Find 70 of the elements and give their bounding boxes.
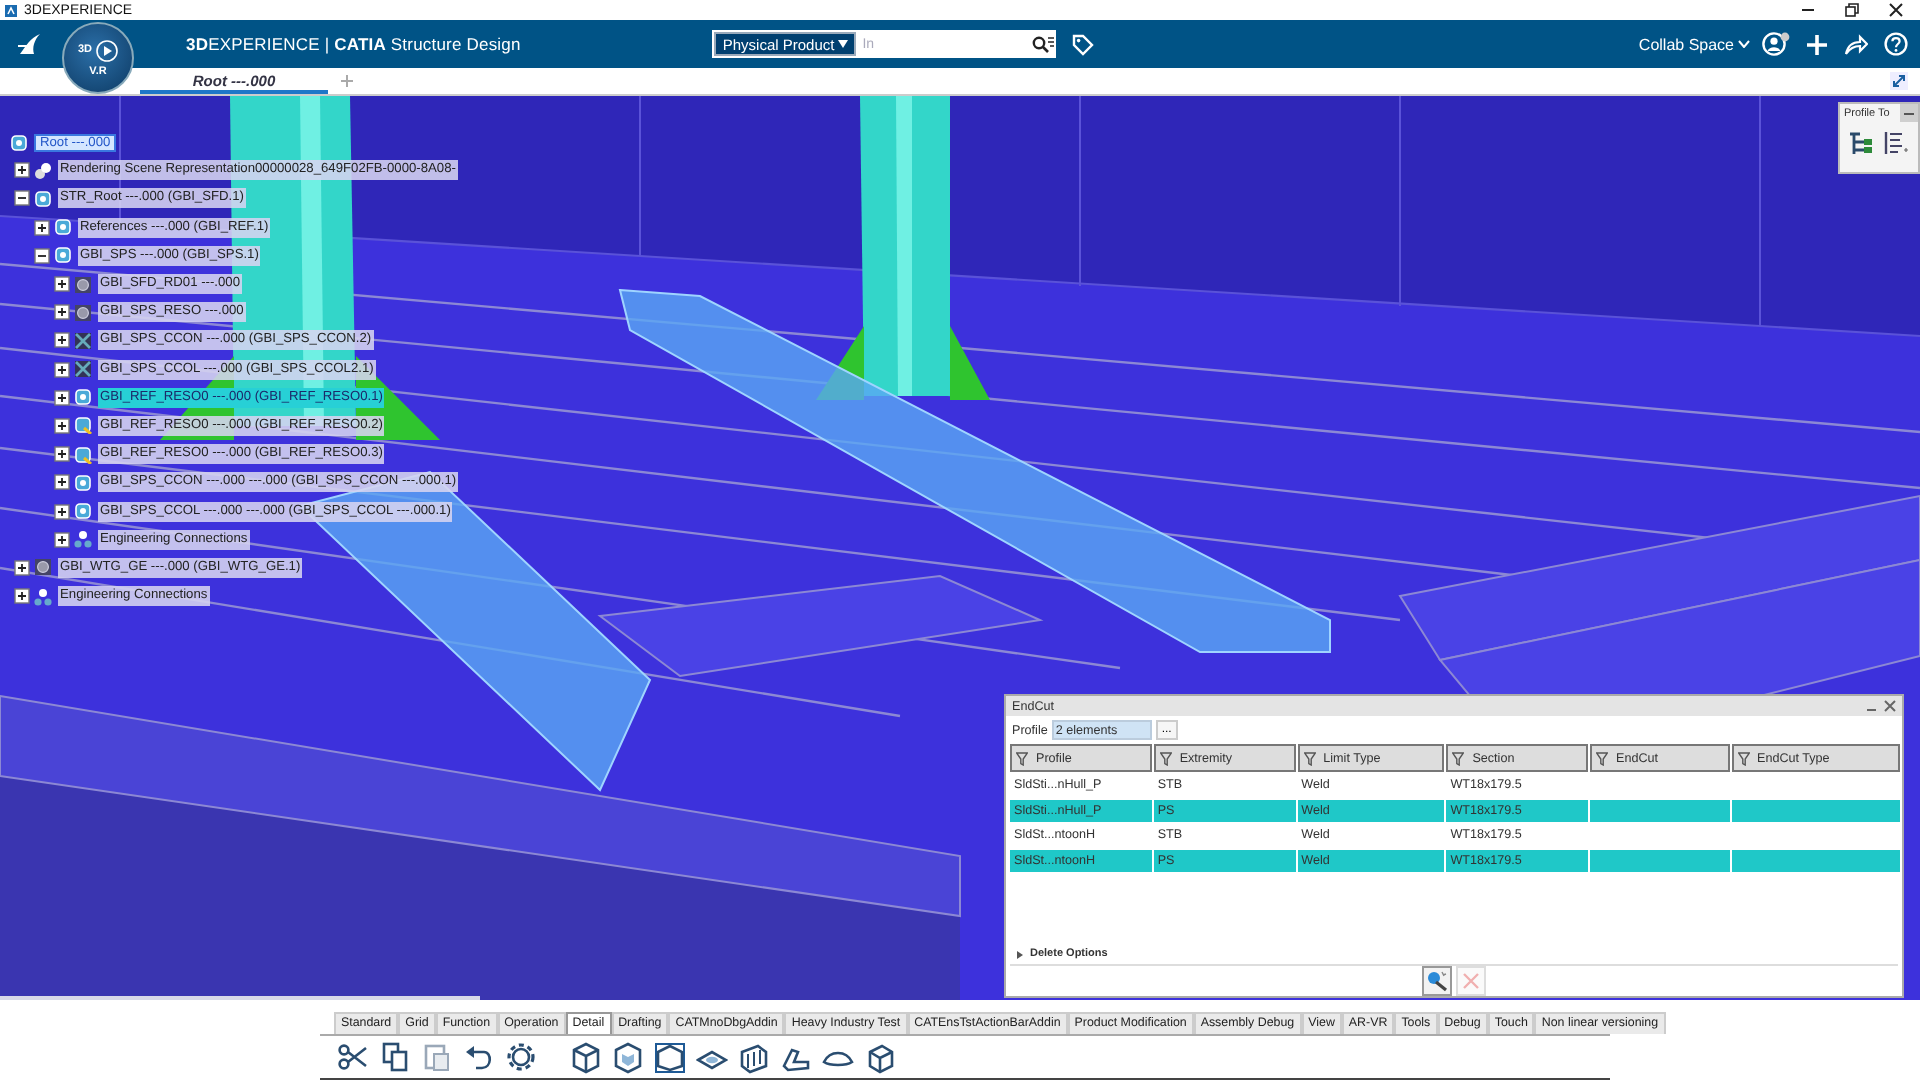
product-icon xyxy=(54,246,72,265)
filter-icon[interactable] xyxy=(1452,751,1465,765)
product-icon xyxy=(74,473,92,492)
stiffener-icon[interactable] xyxy=(738,1041,770,1073)
frame-icon xyxy=(74,360,92,379)
product-icon xyxy=(10,133,28,152)
expand-icon[interactable] xyxy=(54,531,70,548)
block-icon[interactable] xyxy=(864,1041,896,1073)
collapse-icon[interactable] xyxy=(34,247,50,264)
close-icon[interactable] xyxy=(1888,2,1904,18)
expand-icon[interactable] xyxy=(14,588,30,605)
part-icon[interactable] xyxy=(570,1041,602,1073)
part-icon xyxy=(34,558,52,577)
expand-icon[interactable] xyxy=(34,219,50,236)
expand-icon[interactable] xyxy=(54,361,70,378)
minimize-icon xyxy=(1904,111,1914,115)
app-title: 3DEXPERIENCE | CATIA Structure Design xyxy=(186,34,521,54)
apply-button[interactable] xyxy=(1422,966,1452,996)
cross-icon xyxy=(1462,972,1480,990)
reference-icon xyxy=(74,445,92,464)
caret-icon xyxy=(838,40,849,48)
reference-icon xyxy=(74,416,92,435)
tree-list-icon[interactable] xyxy=(1848,130,1874,156)
gear-icon[interactable] xyxy=(506,1041,538,1073)
product-icon xyxy=(74,388,92,407)
expand-icon[interactable] xyxy=(14,162,30,179)
expand-icon[interactable] xyxy=(54,417,70,434)
expand-icon[interactable] xyxy=(54,332,70,349)
shell-icon[interactable] xyxy=(654,1041,686,1073)
part-icon xyxy=(74,303,92,322)
frame-icon xyxy=(74,331,92,350)
part-icon[interactable] xyxy=(612,1041,644,1073)
filter-icon[interactable] xyxy=(1596,751,1609,765)
expand-icon[interactable] xyxy=(54,446,70,463)
expand-icon[interactable] xyxy=(54,276,70,293)
product-icon xyxy=(74,502,92,521)
search-icon[interactable] xyxy=(1032,35,1055,53)
undo-icon[interactable] xyxy=(464,1041,496,1073)
connections-icon xyxy=(34,587,52,606)
connections-icon xyxy=(74,530,92,549)
scene-icon xyxy=(34,161,52,180)
product-icon xyxy=(54,218,72,237)
user-icon[interactable] xyxy=(1762,32,1791,56)
filter-icon[interactable] xyxy=(1737,751,1749,765)
share-icon[interactable] xyxy=(1844,33,1869,55)
caret-icon xyxy=(1738,40,1751,48)
expand-icon[interactable] xyxy=(14,559,30,576)
caret-right-icon[interactable] xyxy=(1016,949,1024,959)
help-icon[interactable] xyxy=(1884,32,1909,56)
filter-icon[interactable] xyxy=(1303,751,1316,765)
filter-icon[interactable] xyxy=(1159,751,1172,765)
tag-icon[interactable] xyxy=(1072,33,1095,55)
expand-icon[interactable] xyxy=(54,304,70,321)
play-icon[interactable] xyxy=(96,39,119,61)
plus-icon[interactable] xyxy=(1806,33,1829,55)
collapse-icon[interactable] xyxy=(14,190,30,207)
product-icon xyxy=(34,189,52,208)
list-icon[interactable] xyxy=(1882,130,1908,156)
3d-viewport[interactable] xyxy=(0,96,1920,1000)
copy-icon[interactable] xyxy=(380,1041,412,1073)
expand-icon[interactable] xyxy=(54,389,70,406)
collab-space-dropdown[interactable]: Collab Space xyxy=(1638,35,1751,53)
logo-icon xyxy=(16,32,44,56)
filter-icon[interactable] xyxy=(1016,751,1028,765)
restore-icon[interactable] xyxy=(1844,2,1860,18)
minimize-button[interactable] xyxy=(1900,104,1918,122)
expand-icon[interactable] xyxy=(54,474,70,491)
part-icon xyxy=(74,275,92,294)
expand-icon[interactable] xyxy=(54,503,70,520)
scissors-icon[interactable] xyxy=(338,1041,370,1073)
